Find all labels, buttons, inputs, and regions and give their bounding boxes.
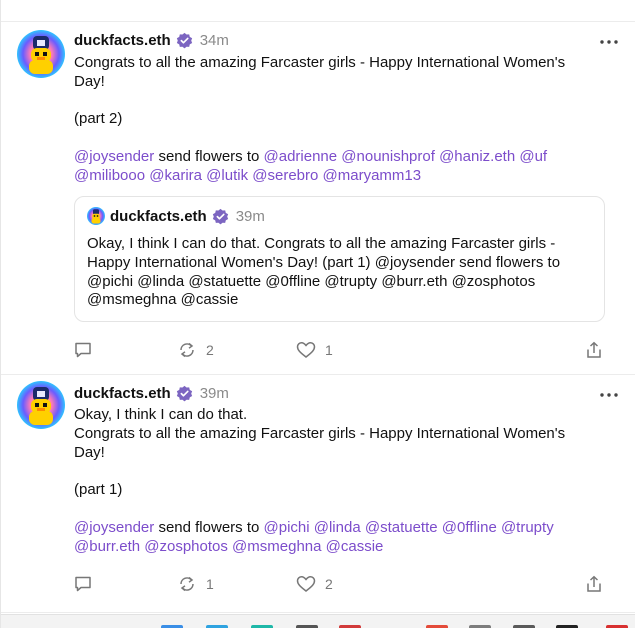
mention-link[interactable]: @joysender (74, 148, 154, 165)
mention-link[interactable]: @serebro (252, 167, 318, 184)
mention-link[interactable]: @pichi (264, 519, 310, 536)
mention-link[interactable]: @uf (519, 148, 547, 165)
like-count: 1 (325, 342, 333, 358)
duck-avatar-image (17, 381, 65, 429)
duck-avatar-image (87, 207, 105, 225)
cast-item[interactable]: duckfacts.eth 39m Okay, I think I can do… (1, 375, 635, 613)
cast-text: Congrats to all the amazing Farcaster gi… (74, 54, 614, 186)
mention-link[interactable]: @cassie (326, 538, 384, 555)
cast-text-line: Congrats to all the amazing Farcaster gi… (74, 54, 614, 73)
text-segment: send flowers to (154, 147, 264, 165)
cast-actions: 2 1 (74, 340, 614, 360)
reply-button[interactable] (74, 574, 92, 594)
mention-link[interactable]: @0ffline (442, 519, 497, 536)
mention-link[interactable]: @milibooo (74, 167, 145, 184)
recast-count: 1 (206, 576, 214, 592)
quoted-text-line: @msmeghna @cassie (87, 291, 239, 309)
quoted-text-line: @pichi @linda @statuette @0ffline @trupt… (87, 272, 536, 290)
cast-text-line: @joysender send flowers to @adrienne @no… (74, 148, 614, 167)
cast-text-line (74, 500, 614, 519)
share-button[interactable] (585, 574, 603, 594)
mention-link[interactable]: @trupty (501, 519, 554, 536)
mention-link[interactable]: @joysender (74, 519, 154, 536)
cast-text: Okay, I think I can do that. Congrats to … (74, 406, 614, 556)
share-icon (587, 575, 601, 592)
text-segment: Congrats to all the amazing Farcaster gi… (74, 54, 566, 71)
cast-text-line: Day! (74, 444, 614, 463)
more-options-icon[interactable] (598, 32, 620, 52)
verified-badge-icon (176, 32, 192, 48)
text-segment: Congrats to all the amazing Farcaster gi… (74, 424, 566, 442)
previous-cast-actions: 2 1 (1, 0, 635, 22)
recast-icon (180, 576, 194, 592)
cast-text-line (74, 92, 614, 111)
cast-text-line (74, 129, 614, 148)
like-button[interactable]: 2 (296, 574, 333, 594)
mention-link[interactable]: @adrienne (264, 148, 338, 165)
timestamp[interactable]: 34m (200, 32, 229, 49)
mention-link[interactable]: @nounishprof (341, 148, 435, 165)
cast-text-line: Congrats to all the amazing Farcaster gi… (74, 425, 614, 444)
text-segment: Okay, I think I can do that. (74, 406, 248, 423)
duck-avatar-image (17, 30, 65, 78)
text-segment: send flowers to (154, 518, 264, 536)
cast-text-line: @milibooo @karira @lutik @serebro @marya… (74, 167, 614, 186)
mention-link[interactable]: @linda (314, 519, 361, 536)
quoted-cast-text: Okay, I think I can do that. Congrats to… (87, 235, 592, 310)
mention-link[interactable]: @karira (149, 167, 202, 184)
taskbar (1, 614, 635, 628)
mention-link[interactable]: @msmeghna (232, 538, 321, 555)
quoted-cast[interactable]: duckfacts.eth 39m Okay, I think I can do… (74, 196, 605, 322)
comment-icon (75, 342, 91, 358)
heart-icon (296, 576, 316, 592)
cast-text-line: (part 1) (74, 481, 614, 500)
recast-button[interactable]: 1 (177, 574, 214, 594)
share-icon (587, 341, 601, 358)
cast-text-line (74, 462, 614, 481)
reply-button[interactable] (74, 340, 92, 360)
avatar[interactable] (17, 30, 65, 78)
cast-text-line: Okay, I think I can do that. (74, 406, 614, 425)
mention-link[interactable]: @burr.eth (74, 538, 140, 555)
like-count: 2 (325, 576, 333, 592)
share-button[interactable] (585, 340, 603, 360)
cast-item[interactable]: duckfacts.eth 34m Congrats to all the am… (1, 22, 635, 375)
mention-link[interactable]: @statuette (365, 519, 438, 536)
text-segment: Day! (74, 443, 105, 461)
mention-link[interactable]: @zosphotos (144, 538, 228, 555)
heart-icon (296, 342, 316, 358)
recast-icon (180, 342, 194, 358)
cast-header: duckfacts.eth 39m (74, 383, 229, 403)
mention-link[interactable]: @haniz.eth (439, 148, 515, 165)
verified-badge-icon (212, 208, 228, 224)
cast-text-line: (part 2) (74, 110, 614, 129)
comment-icon (75, 576, 91, 592)
verified-badge-icon (176, 385, 192, 401)
username[interactable]: duckfacts.eth (74, 385, 171, 402)
quoted-username[interactable]: duckfacts.eth (110, 208, 207, 225)
quoted-text-line: Okay, I think I can do that. Congrats to… (87, 235, 556, 252)
like-button[interactable]: 1 (296, 340, 333, 360)
username[interactable]: duckfacts.eth (74, 32, 171, 49)
cast-actions: 1 2 (74, 574, 614, 594)
quoted-avatar[interactable] (87, 207, 105, 225)
more-options-icon[interactable] (598, 385, 620, 405)
feed: 2 1 (0, 0, 635, 628)
recast-button[interactable]: 2 (177, 340, 214, 360)
quoted-text-line: Happy International Women's Day! (part 1… (87, 253, 561, 271)
quoted-cast-header: duckfacts.eth 39m (87, 207, 265, 225)
avatar[interactable] (17, 381, 65, 429)
mention-link[interactable]: @lutik (206, 167, 248, 184)
timestamp[interactable]: 39m (200, 385, 229, 402)
text-segment: (part 2) (74, 110, 123, 128)
cast-header: duckfacts.eth 34m (74, 30, 229, 50)
cast-text-line: Day! (74, 73, 614, 92)
quoted-timestamp[interactable]: 39m (236, 208, 265, 225)
cast-text-line: @burr.eth @zosphotos @msmeghna @cassie (74, 538, 614, 557)
recast-count: 2 (206, 342, 214, 358)
text-segment: (part 1) (74, 481, 123, 499)
mention-link[interactable]: @maryamm13 (323, 167, 422, 184)
text-segment: Day! (74, 72, 105, 90)
cast-text-line: @joysender send flowers to @pichi @linda… (74, 519, 614, 538)
